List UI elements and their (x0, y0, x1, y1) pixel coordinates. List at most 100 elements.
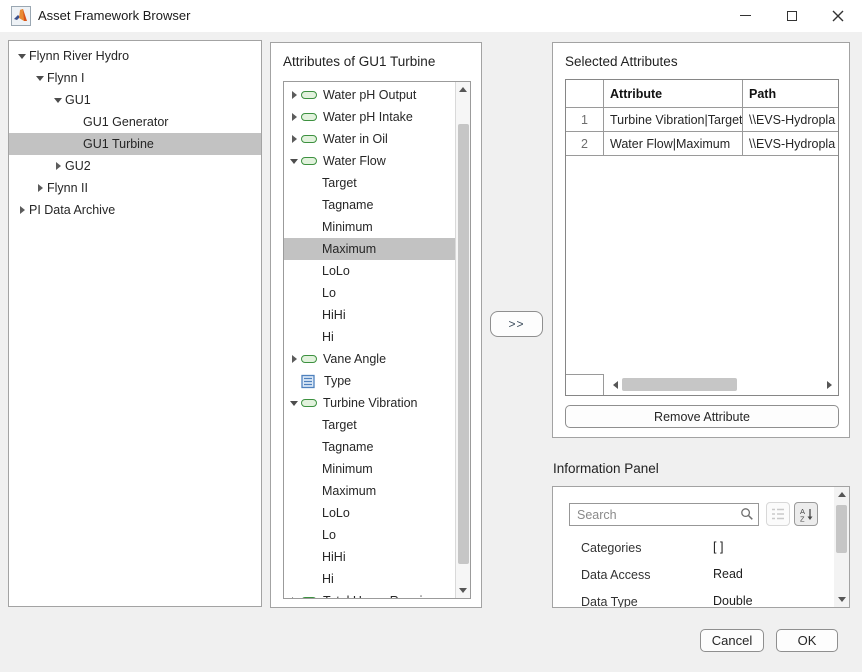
attribute-item-maximum[interactable]: Maximum (284, 238, 455, 260)
attribute-item-hi[interactable]: Hi (284, 568, 455, 590)
tree-item-label: HiHi (322, 550, 346, 564)
attribute-pill-icon (301, 157, 317, 165)
selected-attributes-table: Attribute Path 1Turbine Vibration|Target… (565, 79, 839, 396)
attribute-item-vane-angle[interactable]: Vane Angle (284, 348, 455, 370)
tree-item-label: Water pH Intake (323, 110, 413, 124)
asset-tree: Flynn River HydroFlynn I GU1 GU1 Generator… (9, 41, 261, 221)
minimize-icon[interactable] (723, 0, 768, 31)
hscrollbar-thumb[interactable] (622, 378, 737, 391)
attribute-item-lo[interactable]: Lo (284, 524, 455, 546)
attributes-panel-title: Attributes of GU1 Turbine (283, 54, 435, 69)
attribute-item-maximum[interactable]: Maximum (284, 480, 455, 502)
property-value: [ ] (713, 540, 723, 554)
tree-item-flynn-river-hydro[interactable]: Flynn River Hydro (9, 45, 261, 67)
attribute-item-water-in-oil[interactable]: Water in Oil (284, 128, 455, 150)
attribute-item-total-hours-running[interactable]: Total Hours Running (284, 590, 455, 599)
info-scrollbar[interactable] (834, 487, 849, 607)
cell-path: \\EVS-Hydropla (743, 108, 838, 132)
chevron-down-icon[interactable] (287, 159, 301, 164)
table-horizontal-scrollbar[interactable] (566, 374, 838, 395)
chevron-right-icon[interactable] (15, 206, 29, 214)
ok-button[interactable]: OK (776, 629, 838, 652)
scrollbar-thumb[interactable] (458, 124, 469, 564)
attribute-item-hi[interactable]: Hi (284, 326, 455, 348)
property-row-categories: Categories[ ] (553, 535, 813, 561)
cell-attribute: Water Flow|Maximum (604, 132, 743, 156)
chevron-right-icon[interactable] (287, 91, 301, 99)
property-value: Double (713, 594, 753, 608)
tree-item-label: GU1 (65, 93, 91, 107)
attribute-pill-icon (301, 355, 317, 363)
chevron-right-icon[interactable] (287, 113, 301, 121)
property-value: Read (713, 567, 743, 581)
chevron-right-icon[interactable] (33, 184, 47, 192)
attribute-pill-icon (301, 399, 317, 407)
asset-framework-browser-window: { "window": { "title": "Asset Framework … (0, 0, 862, 672)
attribute-item-hihi[interactable]: HiHi (284, 546, 455, 568)
tree-item-label: Target (322, 418, 357, 432)
attribute-item-tagname[interactable]: Tagname (284, 436, 455, 458)
attribute-item-type[interactable]: Type (284, 370, 455, 392)
tree-item-label: GU2 (65, 159, 91, 173)
table-row[interactable]: 1Turbine Vibration|Target\\EVS-Hydropla (566, 108, 838, 132)
maximize-icon[interactable] (769, 0, 814, 31)
chevron-right-icon[interactable] (51, 162, 65, 170)
close-icon[interactable] (815, 0, 860, 31)
tree-item-flynn-ii[interactable]: Flynn II (9, 177, 261, 199)
scroll-up-icon[interactable] (456, 82, 470, 97)
attribute-item-water-ph-intake[interactable]: Water pH Intake (284, 106, 455, 128)
scroll-down-icon[interactable] (456, 583, 470, 598)
column-header-path[interactable]: Path (743, 80, 838, 108)
attribute-item-turbine-vibration[interactable]: Turbine Vibration (284, 392, 455, 414)
tree-item-gu1[interactable]: GU1 (9, 89, 261, 111)
attribute-item-target[interactable]: Target (284, 414, 455, 436)
tree-item-gu1-generator[interactable]: GU1 Generator (9, 111, 261, 133)
tree-item-gu2[interactable]: GU2 (9, 155, 261, 177)
tree-item-label: Vane Angle (323, 352, 386, 366)
attributes-list: Water pH Output Water pH Intake Water in O… (284, 84, 455, 599)
tree-item-pi-data-archive[interactable]: PI Data Archive (9, 199, 261, 221)
attribute-item-lolo[interactable]: LoLo (284, 502, 455, 524)
scrollbar-thumb[interactable] (836, 505, 847, 553)
table-corner-cell (566, 374, 604, 395)
attribute-item-water-flow[interactable]: Water Flow (284, 150, 455, 172)
column-header-attribute[interactable]: Attribute (604, 80, 743, 108)
attribute-item-minimum[interactable]: Minimum (284, 216, 455, 238)
chevron-down-icon[interactable] (15, 54, 29, 59)
chevron-right-icon[interactable] (287, 597, 301, 599)
tree-item-flynn-i[interactable]: Flynn I (9, 67, 261, 89)
attribute-item-hihi[interactable]: HiHi (284, 304, 455, 326)
cancel-button[interactable]: Cancel (700, 629, 764, 652)
scroll-left-icon[interactable] (608, 374, 622, 395)
scroll-down-icon[interactable] (834, 592, 849, 607)
property-row-data-access: Data AccessRead (553, 562, 813, 588)
tree-item-label: HiHi (322, 308, 346, 322)
add-attribute-button[interactable]: >> (490, 311, 543, 337)
chevron-down-icon[interactable] (51, 98, 65, 103)
table-row[interactable]: 2Water Flow|Maximum\\EVS-Hydropla (566, 132, 838, 156)
remove-attribute-button[interactable]: Remove Attribute (565, 405, 839, 428)
selected-attributes-title: Selected Attributes (565, 54, 678, 69)
sort-az-icon[interactable]: A Z (794, 502, 818, 526)
chevron-down-icon[interactable] (287, 401, 301, 406)
attribute-item-lo[interactable]: Lo (284, 282, 455, 304)
attribute-item-target[interactable]: Target (284, 172, 455, 194)
attribute-item-water-ph-output[interactable]: Water pH Output (284, 84, 455, 106)
attribute-item-tagname[interactable]: Tagname (284, 194, 455, 216)
search-input[interactable] (569, 503, 759, 526)
tree-item-label: Target (322, 176, 357, 190)
title-bar: Asset Framework Browser (0, 0, 862, 32)
attributes-scrollbar[interactable] (455, 82, 470, 598)
scroll-up-icon[interactable] (834, 487, 849, 502)
attribute-item-minimum[interactable]: Minimum (284, 458, 455, 480)
chevron-right-icon[interactable] (287, 135, 301, 143)
chevron-down-icon[interactable] (33, 76, 47, 81)
group-properties-icon[interactable] (766, 502, 790, 526)
attribute-item-lolo[interactable]: LoLo (284, 260, 455, 282)
chevron-right-icon[interactable] (287, 355, 301, 363)
scroll-right-icon[interactable] (822, 374, 836, 395)
tree-item-gu1-turbine[interactable]: GU1 Turbine (9, 133, 261, 155)
tree-item-label: Water in Oil (323, 132, 388, 146)
table-empty-area (566, 156, 838, 374)
attribute-pill-icon (301, 597, 317, 599)
